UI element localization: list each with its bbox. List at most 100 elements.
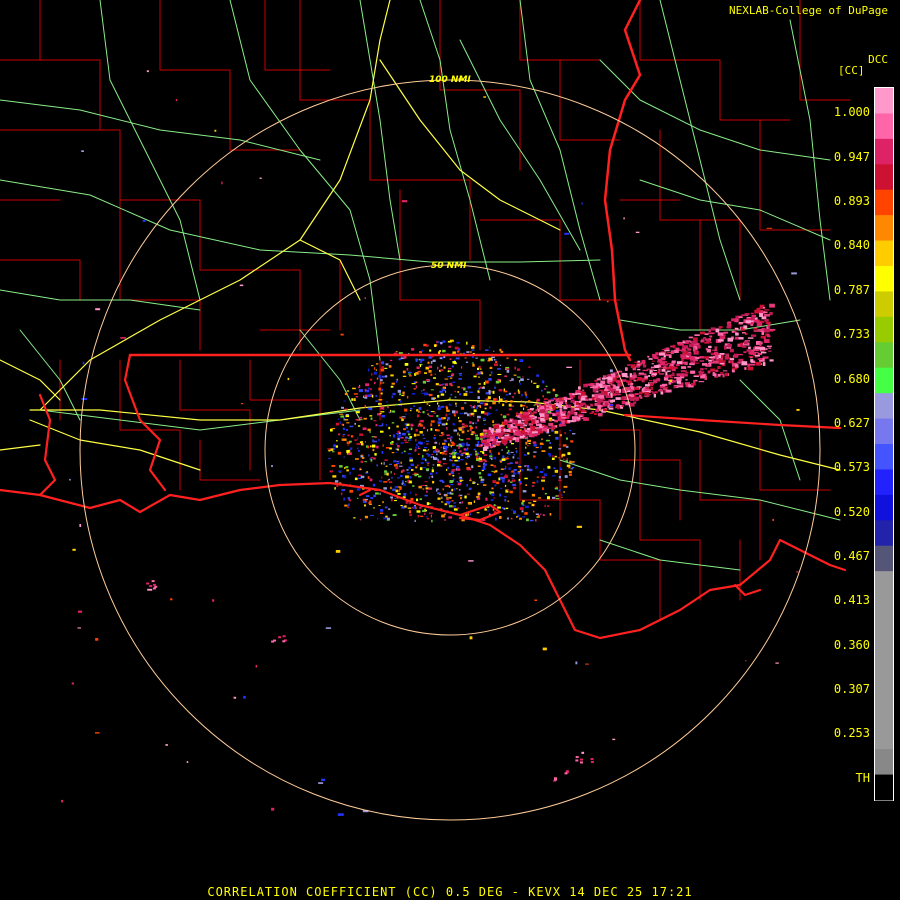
echo-pixel — [605, 384, 611, 387]
echo-pixel — [427, 449, 430, 451]
echo-pixel — [681, 366, 687, 369]
echo-pixel — [375, 423, 378, 427]
echo-pixel — [417, 445, 420, 448]
echo-pixel — [704, 333, 709, 335]
echo-pixel — [548, 446, 552, 449]
echo-pixel — [415, 359, 418, 362]
echo-pixel — [452, 478, 455, 481]
echo-pixel — [375, 395, 378, 397]
echo-pixel — [503, 507, 506, 510]
echo-pixel — [740, 342, 743, 347]
echo-pixel — [149, 585, 153, 588]
echo-pixel — [420, 424, 423, 427]
echo-pixel — [524, 465, 526, 467]
echo-pixel — [533, 382, 537, 384]
echo-pixel — [508, 450, 510, 452]
echo-pixel — [493, 470, 496, 474]
echo-pixel — [371, 444, 376, 448]
echo-pixel — [402, 483, 406, 486]
echo-pixel — [411, 469, 414, 471]
echo-pixel — [672, 366, 678, 369]
echo-pixel — [383, 487, 387, 490]
echo-pixel — [605, 395, 611, 399]
echo-pixel — [456, 453, 459, 455]
echo-pixel — [669, 379, 672, 382]
echo-pixel — [457, 495, 460, 497]
echo-pixel — [512, 472, 517, 475]
echo-pixel — [659, 352, 665, 356]
echo-pixel — [535, 409, 538, 412]
echo-pixel — [448, 413, 451, 415]
echo-pixel — [744, 340, 751, 342]
echo-pixel — [457, 456, 460, 459]
echo-pixel — [676, 373, 681, 377]
echo-pixel — [500, 468, 504, 470]
echo-pixel — [520, 378, 524, 381]
echo-pixel — [495, 409, 498, 411]
echo-pixel — [564, 432, 566, 435]
echo-pixel — [364, 297, 366, 299]
echo-pixel — [563, 485, 568, 488]
echo-pixel — [511, 477, 514, 479]
echo-pixel — [709, 335, 713, 338]
echo-pixel — [457, 483, 461, 486]
echo-pixel — [518, 471, 520, 475]
echo-pixel — [442, 488, 444, 491]
echo-pixel — [418, 485, 422, 489]
echo-pixel — [513, 374, 517, 376]
echo-pixel — [421, 484, 426, 486]
echo-pixel — [484, 460, 487, 463]
echo-pixel — [483, 96, 487, 98]
echo-pixel — [422, 510, 426, 512]
echo-pixel — [504, 400, 508, 403]
echo-pixel — [493, 497, 495, 499]
echo-pixel — [796, 409, 800, 411]
echo-pixel — [422, 434, 425, 437]
road-line — [739, 379, 801, 481]
echo-pixel — [744, 341, 748, 345]
echo-pixel — [360, 460, 364, 464]
echo-pixel — [406, 472, 410, 474]
echo-pixel — [423, 442, 426, 444]
echo-pixel — [454, 487, 456, 491]
echo-pixel — [378, 399, 383, 401]
echo-pixel — [367, 445, 370, 449]
echo-pixel — [512, 419, 518, 424]
echo-pixel — [369, 415, 373, 417]
echo-pixel — [401, 432, 406, 436]
echo-pixel — [493, 438, 497, 441]
echo-pixel — [380, 382, 382, 385]
echo-pixel — [449, 480, 453, 483]
echo-pixel — [467, 502, 472, 505]
echo-pixel — [61, 799, 64, 803]
echo-pixel — [437, 402, 439, 405]
echo-pixel — [530, 416, 535, 418]
echo-pixel — [233, 696, 237, 699]
echo-pixel — [358, 419, 363, 421]
echo-pixel — [549, 412, 552, 414]
echo-pixel — [354, 477, 358, 481]
echo-pixel — [487, 509, 489, 512]
echo-pixel — [440, 364, 442, 367]
echo-pixel — [680, 354, 686, 358]
echo-pixel — [465, 462, 468, 465]
echo-pixel — [551, 457, 555, 460]
echo-pixel — [571, 461, 575, 463]
echo-pixel — [356, 497, 359, 499]
echo-pixel — [535, 519, 537, 522]
echo-pixel — [471, 346, 475, 349]
echo-pixel — [381, 423, 384, 427]
echo-pixel — [527, 452, 530, 455]
echo-pixel — [456, 444, 459, 447]
echo-pixel — [531, 419, 536, 424]
echo-pixel — [443, 387, 445, 389]
echo-pixel — [429, 349, 432, 352]
echo-pixel — [562, 416, 568, 417]
echo-pixel — [559, 411, 563, 414]
echo-pixel — [484, 398, 486, 401]
scale-label: 0.893 — [833, 194, 870, 208]
echo-pixel — [477, 452, 479, 455]
echo-pixel — [389, 434, 391, 437]
echo-pixel — [501, 506, 504, 509]
echo-pixel — [504, 484, 507, 487]
